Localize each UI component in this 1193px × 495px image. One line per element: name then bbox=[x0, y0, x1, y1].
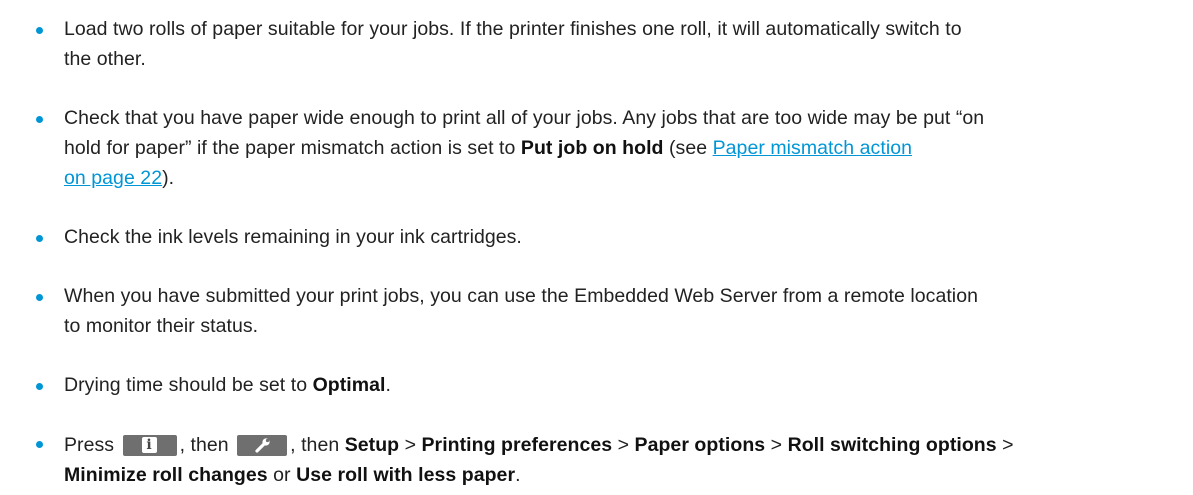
list-item-text: Load two rolls of paper suitable for you… bbox=[64, 14, 1179, 74]
menu-path-roll-switching-options: Roll switching options bbox=[787, 434, 997, 456]
text-span: (see bbox=[663, 137, 713, 159]
menu-path-paper-options: Paper options bbox=[634, 434, 766, 456]
bullet-icon bbox=[36, 383, 43, 390]
text-line: Press i , then , then Setup > Printing pr… bbox=[64, 430, 1179, 460]
text-line: Check that you have paper wide enough to… bbox=[64, 107, 985, 129]
option-minimize-roll-changes: Minimize roll changes bbox=[64, 464, 268, 486]
bullet-icon bbox=[36, 441, 43, 448]
text-line: Check the ink levels remaining in your i… bbox=[64, 226, 522, 248]
list-item-text: Check the ink levels remaining in your i… bbox=[64, 222, 1179, 252]
list-item-text: When you have submitted your print jobs,… bbox=[64, 281, 1179, 341]
list-item-text: Check that you have paper wide enough to… bbox=[64, 103, 1179, 193]
text-line: to monitor their status. bbox=[64, 315, 259, 337]
list-item-text: Drying time should be set to Optimal. bbox=[64, 370, 1179, 400]
text-span: , then bbox=[290, 434, 345, 456]
bold-term: Optimal bbox=[312, 374, 386, 396]
text-line: on page 22). bbox=[64, 163, 1179, 193]
info-icon: i bbox=[141, 437, 157, 453]
text-line: Minimize roll changes or Use roll with l… bbox=[64, 460, 1179, 490]
text-span: . bbox=[515, 464, 521, 486]
bullet-icon bbox=[36, 116, 43, 123]
text-line: the other. bbox=[64, 48, 146, 70]
text-span: . bbox=[385, 374, 391, 396]
document-page: Load two rolls of paper suitable for you… bbox=[0, 0, 1193, 495]
paper-mismatch-link[interactable]: Paper mismatch action bbox=[713, 137, 912, 159]
text-span: > bbox=[399, 434, 422, 456]
text-span: > bbox=[765, 434, 788, 456]
text-span: or bbox=[267, 464, 297, 486]
text-span: > bbox=[996, 434, 1014, 456]
menu-path-setup: Setup bbox=[344, 434, 400, 456]
text-line: Drying time should be set to Optimal. bbox=[64, 370, 1179, 400]
list-item-text: Press i , then , then Setup > Printing pr… bbox=[64, 430, 1179, 490]
text-span: > bbox=[612, 434, 635, 456]
text-line: When you have submitted your print jobs,… bbox=[64, 285, 978, 307]
menu-path-printing-preferences: Printing preferences bbox=[421, 434, 613, 456]
wrench-button-icon bbox=[237, 435, 288, 456]
text-span: Drying time should be set to bbox=[64, 374, 313, 396]
option-use-roll-with-less-paper: Use roll with less paper bbox=[296, 464, 516, 486]
text-line: hold for paper” if the paper mismatch ac… bbox=[64, 133, 1179, 163]
bold-term: Put job on hold bbox=[520, 137, 664, 159]
wrench-icon bbox=[255, 438, 270, 453]
text-span: , then bbox=[179, 434, 235, 456]
info-button-icon: i bbox=[122, 435, 177, 456]
bullet-icon bbox=[36, 294, 43, 301]
page-ref-link[interactable]: on page 22 bbox=[64, 167, 162, 189]
bullet-icon bbox=[36, 235, 43, 242]
text-line: Load two rolls of paper suitable for you… bbox=[64, 18, 962, 40]
text-span: ). bbox=[162, 167, 175, 189]
text-span: hold for paper” if the paper mismatch ac… bbox=[64, 137, 521, 159]
bullet-icon bbox=[36, 27, 43, 34]
text-span: Press bbox=[64, 434, 120, 456]
